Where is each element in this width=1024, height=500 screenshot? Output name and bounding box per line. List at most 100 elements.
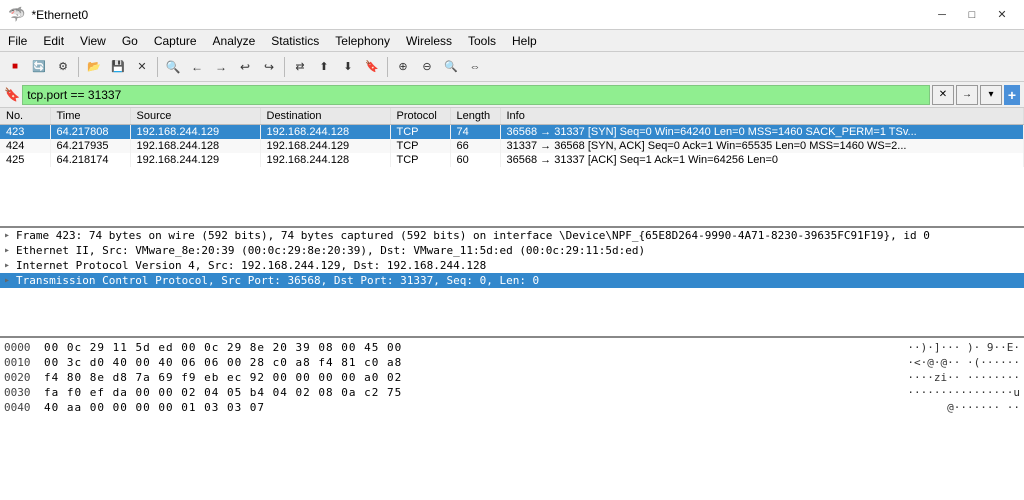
back-button[interactable]: ↩ [234, 56, 256, 78]
hex-dump: 0000 00 0c 29 11 5d ed 00 0c 29 8e 20 39 … [0, 338, 1024, 500]
detail-row[interactable]: ▸Ethernet II, Src: VMware_8e:20:39 (00:0… [0, 243, 1024, 258]
table-row[interactable]: 42364.217808192.168.244.129192.168.244.1… [0, 125, 1024, 140]
filter-clear-button[interactable]: ✕ [932, 85, 954, 105]
filter-dropdown-button[interactable]: ▾ [980, 85, 1002, 105]
goto-button[interactable]: ⇄ [289, 56, 311, 78]
menubar: File Edit View Go Capture Analyze Statis… [0, 30, 1024, 52]
hex-row: 0030fa f0 ef da 00 00 02 04 05 b4 04 02 … [4, 385, 1020, 400]
packet-list: No. Time Source Destination Protocol Len… [0, 108, 1024, 228]
hex-ascii: ·<·@·@·· ·(······ [907, 356, 1020, 369]
hex-row: 0040 40 aa 00 00 00 00 01 03 03 07 @······… [4, 400, 1020, 415]
table-header: No. Time Source Destination Protocol Len… [0, 108, 1024, 125]
filter-icon: 🔖 [4, 87, 20, 103]
menu-view[interactable]: View [72, 32, 114, 50]
menu-capture[interactable]: Capture [146, 32, 205, 50]
hex-offset: 0000 [4, 341, 36, 354]
hex-bytes: 40 aa 00 00 00 00 01 03 03 07 [44, 401, 939, 414]
hex-row: 0010 00 3c d0 40 00 40 06 06 00 28 c0 a8 … [4, 355, 1020, 370]
hex-ascii: ··)·]··· )· 9··E· [907, 341, 1020, 354]
titlebar-left: 🦈 *Ethernet0 [8, 6, 88, 23]
separator-2 [157, 57, 158, 77]
hex-row: 0000 00 0c 29 11 5d ed 00 0c 29 8e 20 39 … [4, 340, 1020, 355]
menu-telephony[interactable]: Telephony [327, 32, 398, 50]
last-button[interactable]: ⬇ [337, 56, 359, 78]
detail-text: Frame 423: 74 bytes on wire (592 bits), … [16, 229, 930, 242]
table-row[interactable]: 42464.217935192.168.244.128192.168.244.1… [0, 139, 1024, 153]
col-header-protocol: Protocol [390, 108, 450, 125]
titlebar: 🦈 *Ethernet0 ─ □ ✕ [0, 0, 1024, 30]
zoom-normal-button[interactable]: 🔍 [440, 56, 462, 78]
hex-ascii: @······· ·· [947, 401, 1020, 414]
capture-options-button[interactable]: ⚙ [52, 56, 74, 78]
col-header-destination: Destination [260, 108, 390, 125]
hex-row: 0020 f4 80 8e d8 7a 69 f9 eb ec 92 00 00 … [4, 370, 1020, 385]
hex-ascii: ····zi·· ········ [907, 371, 1020, 384]
detail-row[interactable]: ▸Transmission Control Protocol, Src Port… [0, 273, 1024, 288]
detail-row[interactable]: ▸Frame 423: 74 bytes on wire (592 bits),… [0, 228, 1024, 243]
menu-edit[interactable]: Edit [35, 32, 72, 50]
minimize-button[interactable]: ─ [928, 5, 956, 25]
first-button[interactable]: ⬆ [313, 56, 335, 78]
detail-text: Transmission Control Protocol, Src Port:… [16, 274, 539, 287]
next-button[interactable]: → [210, 56, 232, 78]
expand-icon: ▸ [4, 275, 16, 286]
hex-offset: 0010 [4, 356, 36, 369]
filter-apply-button[interactable]: → [956, 85, 978, 105]
hex-offset: 0040 [4, 401, 36, 414]
hex-bytes: f4 80 8e d8 7a 69 f9 eb ec 92 00 00 00 0… [44, 371, 899, 384]
open-button[interactable]: 📂 [83, 56, 105, 78]
hex-offset: 0030 [4, 386, 36, 399]
separator-4 [387, 57, 388, 77]
main-content: No. Time Source Destination Protocol Len… [0, 108, 1024, 500]
save-button[interactable]: 💾 [107, 56, 129, 78]
packet-table: No. Time Source Destination Protocol Len… [0, 108, 1024, 167]
close-file-button[interactable]: ✕ [131, 56, 153, 78]
col-header-time: Time [50, 108, 130, 125]
prev-button[interactable]: ← [186, 56, 208, 78]
menu-wireless[interactable]: Wireless [398, 32, 460, 50]
detail-rows: ▸Frame 423: 74 bytes on wire (592 bits),… [0, 228, 1024, 288]
menu-help[interactable]: Help [504, 32, 545, 50]
menu-analyze[interactable]: Analyze [205, 32, 264, 50]
resize-columns-button[interactable]: ⇔ [464, 56, 486, 78]
menu-statistics[interactable]: Statistics [263, 32, 327, 50]
close-button[interactable]: ✕ [988, 5, 1016, 25]
detail-text: Internet Protocol Version 4, Src: 192.16… [16, 259, 486, 272]
find-button[interactable]: 🔍 [162, 56, 184, 78]
separator-3 [284, 57, 285, 77]
maximize-button[interactable]: □ [958, 5, 986, 25]
filter-input-wrap [22, 85, 930, 105]
packet-tbody: 42364.217808192.168.244.129192.168.244.1… [0, 125, 1024, 168]
menu-go[interactable]: Go [114, 32, 146, 50]
col-header-info: Info [500, 108, 1024, 125]
hex-offset: 0020 [4, 371, 36, 384]
menu-file[interactable]: File [0, 32, 35, 50]
separator-1 [78, 57, 79, 77]
col-header-length: Length [450, 108, 500, 125]
detail-text: Ethernet II, Src: VMware_8e:20:39 (00:0c… [16, 244, 645, 257]
zoom-out-button[interactable]: ⊖ [416, 56, 438, 78]
hex-rows: 0000 00 0c 29 11 5d ed 00 0c 29 8e 20 39 … [4, 340, 1020, 415]
hex-ascii: ················u [907, 386, 1020, 399]
toolbar: ■ 🔄 ⚙ 📂 💾 ✕ 🔍 ← → ↩ ↪ ⇄ ⬆ [0, 52, 1024, 82]
zoom-in-button[interactable]: ⊕ [392, 56, 414, 78]
app-icon: 🦈 [8, 6, 25, 23]
expand-icon: ▸ [4, 260, 16, 271]
table-row[interactable]: 42564.218174192.168.244.129192.168.244.1… [0, 153, 1024, 167]
menu-tools[interactable]: Tools [460, 32, 504, 50]
expand-icon: ▸ [4, 245, 16, 256]
packet-details: ▸Frame 423: 74 bytes on wire (592 bits),… [0, 228, 1024, 338]
filter-add-button[interactable]: + [1004, 85, 1020, 105]
hex-bytes: 00 0c 29 11 5d ed 00 0c 29 8e 20 39 08 0… [44, 341, 899, 354]
expand-icon: ▸ [4, 230, 16, 241]
restart-button[interactable]: 🔄 [28, 56, 50, 78]
window-title: *Ethernet0 [31, 8, 88, 22]
hex-bytes: 00 3c d0 40 00 40 06 06 00 28 c0 a8 f4 8… [44, 356, 899, 369]
fwd-button[interactable]: ↪ [258, 56, 280, 78]
detail-row[interactable]: ▸Internet Protocol Version 4, Src: 192.1… [0, 258, 1024, 273]
col-header-no: No. [0, 108, 50, 125]
mark-button[interactable]: 🔖 [361, 56, 383, 78]
filter-input[interactable] [22, 85, 930, 105]
stop-capture-button[interactable]: ■ [4, 56, 26, 78]
titlebar-controls: ─ □ ✕ [928, 5, 1016, 25]
